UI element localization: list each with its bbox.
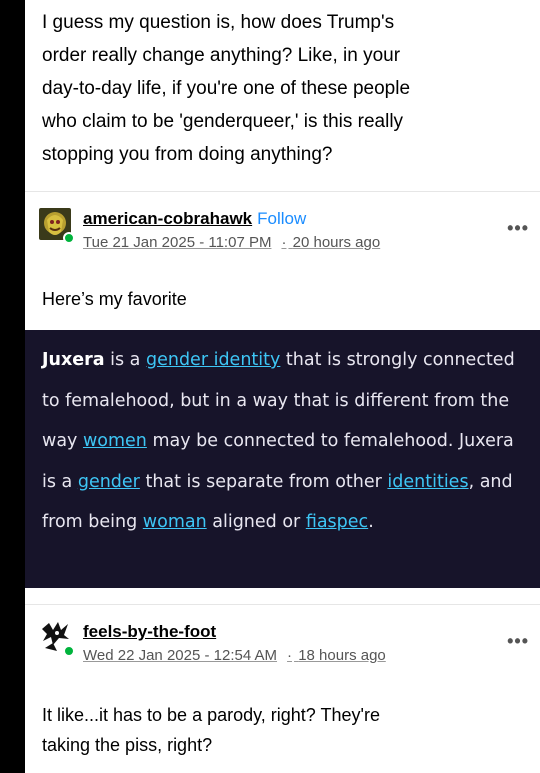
timestamp: Tue 21 Jan 2025 - 11:07 PM — [83, 234, 272, 251]
embedded-definition-block: Juxera is a gender identity that is stro… — [25, 330, 540, 588]
quote-line: day-to-day life, if you're one of these … — [42, 78, 411, 99]
timestamp: Wed 22 Jan 2025 - 12:54 AM — [83, 647, 278, 664]
divider — [25, 191, 540, 192]
reply-line: taking the piss, right? — [42, 735, 213, 755]
defined-term: Juxera — [42, 350, 105, 370]
more-options-icon[interactable]: ••• — [507, 218, 529, 239]
online-status-icon — [63, 645, 75, 657]
reply-text: It like...it has to be a parody, right? … — [42, 700, 530, 760]
link-gender[interactable]: gender — [78, 472, 140, 492]
meta-separator: · — [281, 234, 287, 251]
thread-content: I guess my question is, how does Trump's… — [25, 0, 540, 773]
quote-line: I guess my question is, how does Trump's — [42, 12, 395, 33]
relative-time: 20 hours ago — [292, 234, 381, 251]
reply-header: feels-by-the-foot Wed 22 Jan 2025 - 12:5… — [39, 621, 528, 671]
reply-line: It like...it has to be a parody, right? … — [42, 705, 380, 725]
quote-line: order really change anything? Like, in y… — [42, 45, 401, 66]
definition-text: Juxera is a gender identity that is stro… — [42, 350, 515, 532]
link-identities[interactable]: identities — [387, 472, 468, 492]
post-meta[interactable]: Wed 22 Jan 2025 - 12:54 AM · 18 hours ago — [83, 646, 386, 666]
link-gender-identity[interactable]: gender identity — [146, 350, 280, 370]
reply-text: Here’s my favorite — [42, 289, 187, 309]
reply-header: american-cobrahawk Follow Tue 21 Jan 2025… — [39, 208, 528, 258]
quoted-post-text: I guess my question is, how does Trump's… — [42, 6, 530, 171]
username-link[interactable]: american-cobrahawk — [83, 209, 252, 228]
post-meta[interactable]: Tue 21 Jan 2025 - 11:07 PM · 20 hours ago — [83, 233, 380, 253]
follow-button[interactable]: Follow — [257, 209, 306, 228]
link-woman[interactable]: woman — [143, 512, 207, 532]
relative-time: 18 hours ago — [298, 647, 386, 664]
left-edge-bar — [0, 0, 25, 773]
link-women[interactable]: women — [83, 431, 147, 451]
more-options-icon[interactable]: ••• — [507, 631, 529, 652]
online-status-icon — [63, 232, 75, 244]
meta-separator: · — [287, 647, 293, 664]
link-fiaspec[interactable]: fiaspec — [306, 512, 368, 532]
quote-line: stopping you from doing anything? — [42, 144, 333, 165]
username-link[interactable]: feels-by-the-foot — [83, 622, 216, 641]
divider — [25, 604, 540, 605]
quote-line: who claim to be 'genderqueer,' is this r… — [42, 111, 404, 132]
